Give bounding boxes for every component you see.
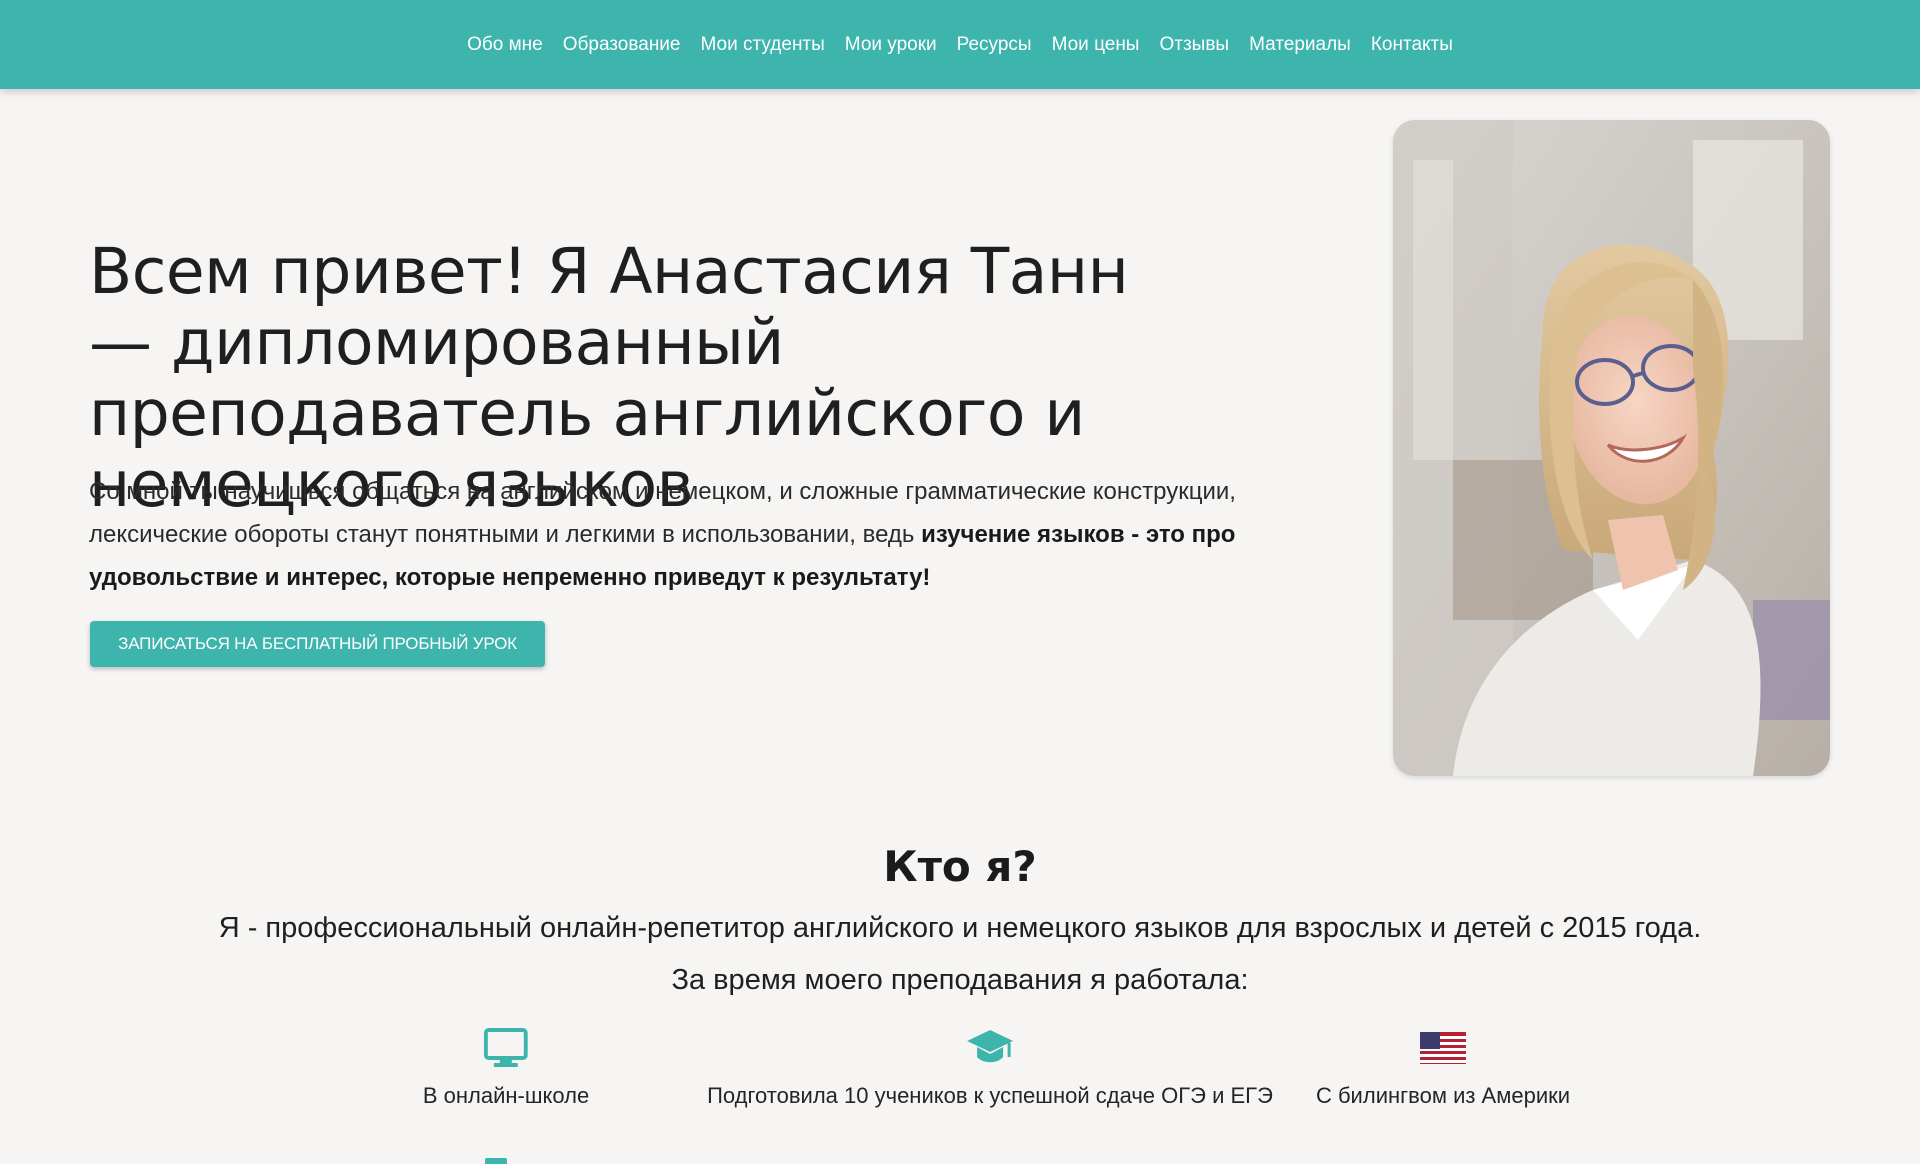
feature-online-school: В онлайн-школе <box>423 1025 589 1109</box>
nav-item-prices: Мои цены <box>1052 34 1140 56</box>
top-navigation: Обо мне Образование Мои студенты Мои уро… <box>0 0 1920 89</box>
nav-item-education: Образование <box>563 34 681 56</box>
graduation-cap-icon <box>707 1025 1273 1071</box>
portrait-illustration <box>1393 120 1830 776</box>
nav-link-reviews[interactable]: Отзывы <box>1159 34 1229 55</box>
nav-link-contacts[interactable]: Контакты <box>1371 34 1453 55</box>
feature-label: С билингвом из Америки <box>1315 1083 1571 1108</box>
nav-item-reviews: Отзывы <box>1159 34 1229 56</box>
nav-link-students[interactable]: Мои студенты <box>701 34 825 55</box>
nav-link-lessons[interactable]: Мои уроки <box>845 34 937 55</box>
about-experience-text: За время моего преподавания я работала: <box>671 964 1249 996</box>
nav-link-about[interactable]: Обо мне <box>467 34 543 55</box>
nav-item-about: Обо мне <box>467 34 543 56</box>
feature-exam-prep: Подготовила 10 учеников к успешной сдаче… <box>707 1025 1273 1109</box>
feature-label: В онлайн-школе <box>422 1083 590 1108</box>
nav-item-resources: Ресурсы <box>957 34 1032 56</box>
nav-link-resources[interactable]: Ресурсы <box>957 34 1032 55</box>
nav-item-contacts: Контакты <box>1371 34 1453 56</box>
nav-item-materials: Материалы <box>1249 34 1351 56</box>
about-section-title: Кто я? <box>883 842 1037 891</box>
nav-link-materials[interactable]: Материалы <box>1249 34 1351 55</box>
hero-description: Со мной ты научишься общаться на английс… <box>89 470 1289 599</box>
nav-item-students: Мои студенты <box>701 34 825 56</box>
us-flag-icon <box>1316 1025 1570 1071</box>
teacher-portrait-photo <box>1393 120 1830 776</box>
partial-icon <box>485 1158 507 1164</box>
about-intro-text: Я - профессиональный онлайн-репетитор ан… <box>218 912 1702 944</box>
nav-menu: Обо мне Образование Мои студенты Мои уро… <box>467 34 1453 56</box>
nav-link-prices[interactable]: Мои цены <box>1052 34 1140 55</box>
nav-item-lessons: Мои уроки <box>845 34 937 56</box>
nav-link-education[interactable]: Образование <box>563 34 681 55</box>
feature-bilingual: С билингвом из Америки <box>1316 1025 1570 1109</box>
free-trial-lesson-button[interactable]: Записаться на бесплатный пробный урок <box>90 621 545 667</box>
monitor-icon <box>423 1025 589 1071</box>
feature-label: Подготовила 10 учеников к успешной сдаче… <box>707 1083 1273 1108</box>
